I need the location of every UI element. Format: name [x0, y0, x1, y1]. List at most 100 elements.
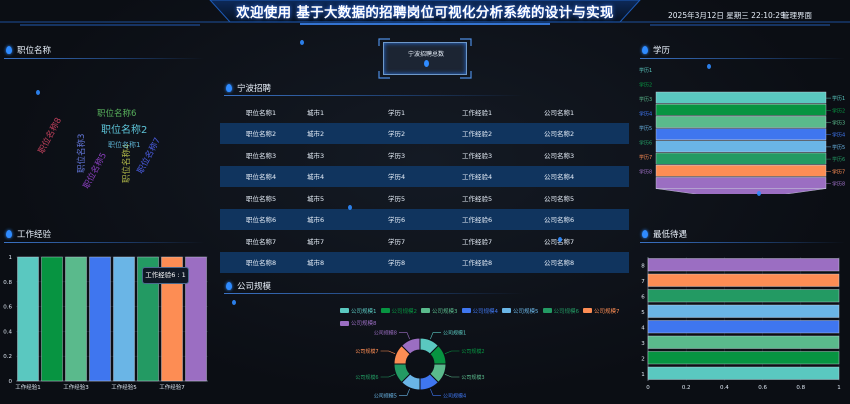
- legend-item[interactable]: 公司规模4: [461, 307, 498, 315]
- tick-label: 1: [9, 255, 13, 261]
- funnel-right-label: 学历6: [832, 156, 845, 163]
- table-row[interactable]: 职位名称5 城市5 学历5 工作经验5 公司名称5: [220, 187, 629, 209]
- table-row[interactable]: 职位名称7 城市7 学历7 工作经验7 公司名称7: [220, 230, 629, 252]
- dashboard: 欢迎使用 基于大数据的招聘岗位可视化分析系统的设计与实现 2025年3月12日 …: [0, 0, 850, 404]
- bar[interactable]: [647, 351, 840, 365]
- decor-dot: [36, 90, 40, 95]
- tick-label: 1: [641, 372, 645, 378]
- legend-item[interactable]: 公司规模6: [542, 307, 579, 315]
- company-size-chart: 公司规模1 公司规模2 公司规模3 公司规模4 公司规模5 公司规模6 公司规模7 公司规模8: [355, 330, 484, 400]
- bar[interactable]: [17, 256, 39, 382]
- legend-item[interactable]: 公司规模7: [583, 307, 620, 315]
- funnel-segment[interactable]: [655, 152, 827, 165]
- tick-label: 2: [641, 356, 645, 362]
- bar[interactable]: [647, 273, 840, 287]
- legend-item[interactable]: 公司规模5: [502, 307, 539, 315]
- education-chart: 学历1 学历2 学历3 学历4 学历5 学历6 学历7 学历8 学历1 学历2 学历3 学历4 学历5 学…: [639, 67, 845, 194]
- table-row[interactable]: 职位名称6 城市6 学历6 工作经验6 公司名称6: [220, 208, 629, 230]
- table-cell: 公司名称7: [544, 230, 629, 252]
- legend-label: 公司规模2: [391, 308, 418, 315]
- table-row[interactable]: 职位名称2 城市2 学历2 工作经验2 公司名称2: [220, 122, 629, 144]
- table-cell: 城市1: [307, 108, 325, 117]
- table-cell: 工作经验3: [462, 151, 493, 160]
- funnel-right-label: 学历7: [832, 168, 845, 175]
- table-cell: 学历1: [388, 108, 406, 117]
- section-label: 工作经验: [17, 230, 52, 240]
- section-title-work-exp: 工作经验: [6, 228, 51, 240]
- decor-dot: [300, 40, 304, 45]
- funnel-segment[interactable]: [655, 91, 827, 104]
- funnel-segment[interactable]: [655, 104, 827, 116]
- word-cloud-word: 职位名称3: [77, 133, 87, 173]
- table-row[interactable]: 职位名称4 城市4 学历4 工作经验4 公司名称4: [220, 165, 629, 187]
- funnel-right-label: 学历8: [832, 181, 845, 188]
- table-cell: 职位名称8: [220, 251, 307, 273]
- drop-icon: [226, 84, 232, 92]
- table-cell: 职位名称2: [220, 122, 307, 144]
- table-row[interactable]: 职位名称8 城市8 学历8 工作经验8 公司名称8: [220, 251, 629, 273]
- job-table: 职位名称1 城市1 学历1 工作经验1 公司名称1 职位名称2 城市2 学历2 工作经验2 公司名…: [220, 101, 629, 273]
- funnel-segment[interactable]: [655, 177, 827, 189]
- bar[interactable]: [647, 366, 840, 380]
- table-cell: 学历4: [388, 165, 462, 187]
- table-cell: 城市7: [307, 237, 325, 246]
- donut-label-line: [430, 388, 442, 396]
- funnel-segment[interactable]: [655, 116, 827, 128]
- manage-link[interactable]: 管理界面: [782, 10, 812, 21]
- bar[interactable]: [65, 256, 87, 382]
- table-row[interactable]: 职位名称1 城市1 学历1 工作经验1 公司名称1: [220, 101, 629, 123]
- table-cell: 工作经验2: [462, 122, 544, 144]
- funnel-right-label: 学历2: [832, 107, 845, 114]
- legend-label: 公司规模3: [432, 308, 458, 315]
- bar[interactable]: [41, 256, 63, 382]
- bar[interactable]: [647, 320, 840, 334]
- tick-label: 0: [646, 385, 650, 391]
- table-cell: 职位名称4: [220, 165, 307, 187]
- word-cloud-word: 职位名称6: [97, 109, 137, 119]
- bar[interactable]: [647, 258, 840, 272]
- section-label: 最低待遇: [653, 230, 688, 240]
- table-cell: 职位名称7: [246, 237, 277, 246]
- funnel-segment[interactable]: [655, 140, 827, 153]
- legend-item[interactable]: 公司规模1: [340, 307, 377, 315]
- tick-label: 0.4: [720, 385, 729, 391]
- table-cell: 城市8: [307, 251, 388, 273]
- bar[interactable]: [647, 304, 840, 318]
- bar[interactable]: [89, 256, 111, 382]
- drop-icon: [642, 46, 648, 54]
- table-cell: 公司名称6: [544, 208, 629, 230]
- table-row[interactable]: 职位名称3 城市3 学历3 工作经验3 公司名称3: [220, 144, 629, 166]
- legend-label: 公司规模1: [351, 308, 377, 315]
- tick-label: 0.4: [3, 329, 12, 335]
- table-cell: 公司名称8: [544, 251, 629, 273]
- tick-label: 0: [9, 379, 13, 385]
- table-cell: 公司名称2: [544, 122, 629, 144]
- divider: [640, 242, 845, 243]
- legend-swatch: [542, 308, 552, 313]
- legend-label: 公司规模5: [513, 308, 539, 315]
- section-title-education: 学历: [642, 44, 670, 56]
- kpi-frame: [378, 38, 472, 79]
- funnel-left-label: 学历6: [639, 140, 652, 147]
- min-salary-chart: 0 0.2 0.4 0.6 0.8 1 1 2 3 4 5 6 7 8: [641, 257, 841, 391]
- bar[interactable]: [647, 289, 840, 303]
- section-title-company-size: 公司规模: [226, 280, 271, 292]
- legend-item[interactable]: 公司规模2: [380, 307, 418, 315]
- legend-item[interactable]: 公司规模3: [421, 307, 458, 315]
- funnel-right-label: 学历1: [832, 95, 845, 102]
- legend-swatch: [583, 308, 592, 313]
- bar[interactable]: [647, 335, 840, 349]
- divider: [224, 95, 524, 96]
- funnel-segment[interactable]: [655, 128, 827, 140]
- tick-label: 1: [837, 385, 841, 391]
- drop-icon: [6, 46, 12, 54]
- bar[interactable]: [113, 256, 135, 382]
- funnel-segment[interactable]: [655, 164, 827, 177]
- tick-label: 0.6: [758, 385, 767, 391]
- divider: [4, 58, 204, 59]
- table-cell: 职位名称3: [246, 151, 277, 160]
- table-cell: 工作经验6: [462, 208, 544, 230]
- section-label: 公司规模: [237, 282, 272, 292]
- tick-label: 4: [641, 325, 645, 331]
- legend-swatch: [421, 308, 430, 313]
